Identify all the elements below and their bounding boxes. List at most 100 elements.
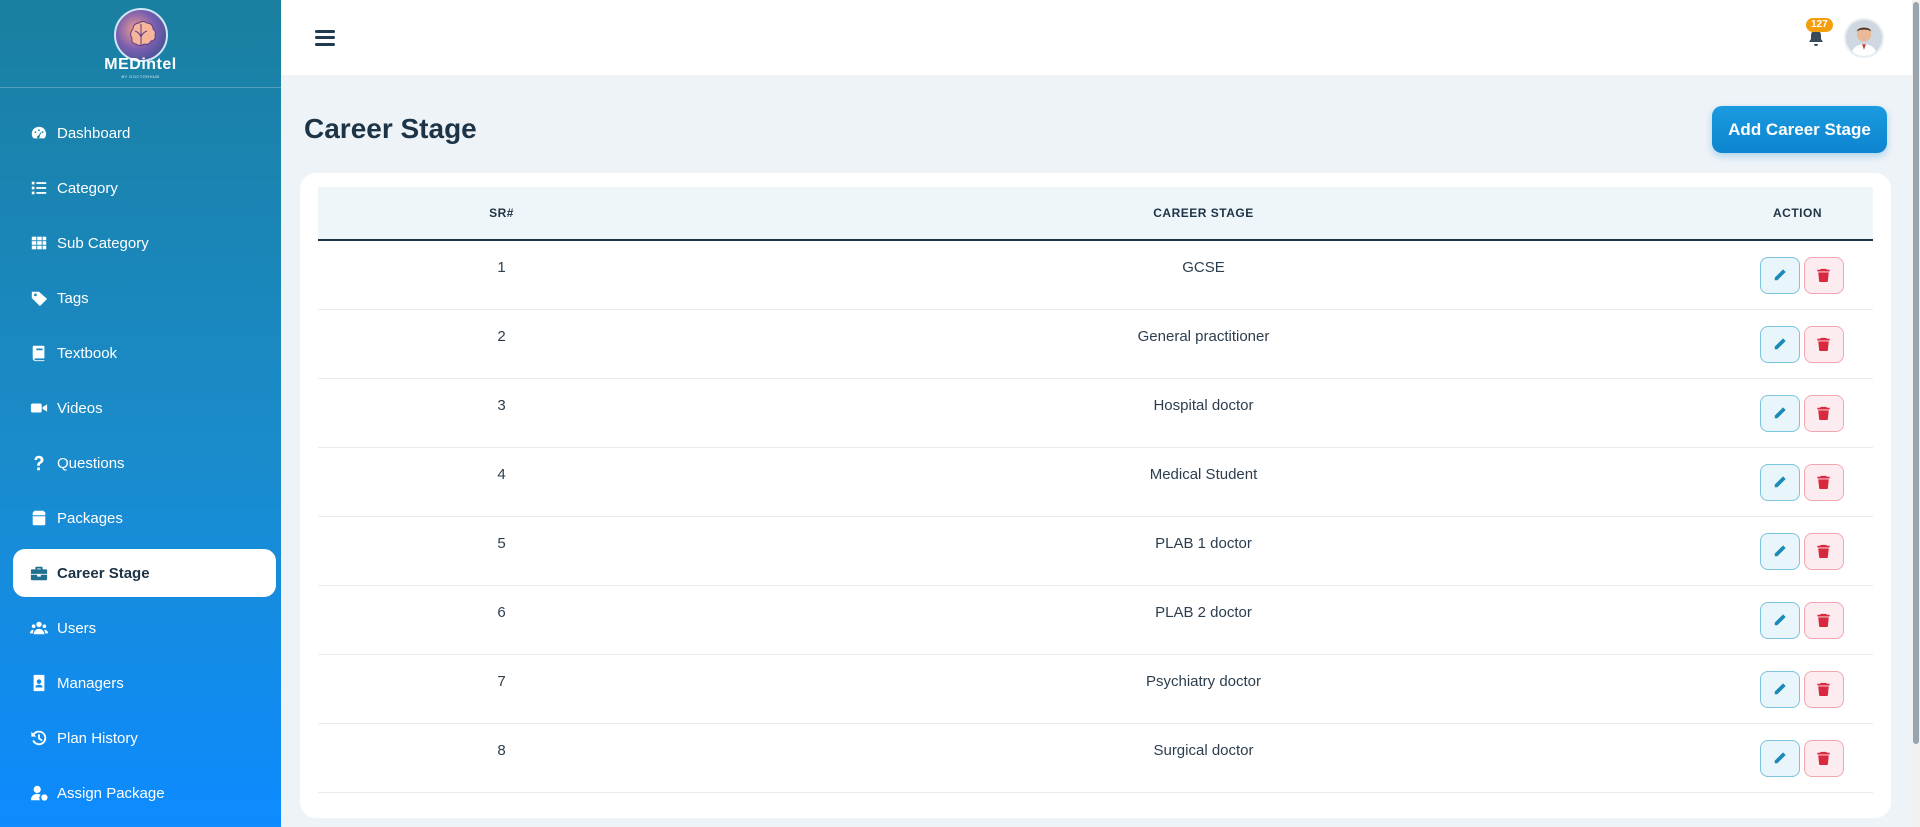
sidebar-item-assign-package[interactable]: Assign Package [13,769,276,817]
brand-name: MEDintel [104,56,177,73]
edit-button[interactable] [1759,325,1800,363]
sidebar-item-label: Tags [57,289,89,307]
tag-icon [30,289,48,307]
edit-button[interactable] [1759,256,1800,294]
cell-sr: 2 [497,328,506,345]
column-header-career-stage: CAREER STAGE [1153,206,1254,220]
sidebar-item-label: Packages [57,509,123,527]
pencil-icon [1773,406,1787,420]
sidebar-item-textbook[interactable]: Textbook [13,329,276,377]
sidebar-item-questions[interactable]: Questions [13,439,276,487]
pencil-icon [1773,682,1787,696]
gauge-icon [30,124,48,142]
career-stage-table: SR# CAREER STAGE ACTION 1 GCSE 2 General pr… [318,187,1873,793]
table-row: 3 Hospital doctor [318,379,1873,448]
list-icon [30,179,48,197]
notification-bell-icon[interactable]: 127 [1804,17,1833,50]
sidebar: MEDintel BY DOCTORHUB Dashboard Category… [0,0,281,827]
user-gear-icon [30,784,48,802]
trash-icon [1817,682,1830,696]
table-row: 8 Surgical doctor [318,724,1873,793]
sidebar-item-label: Sub Category [57,234,149,252]
cell-career-stage: Medical Student [1149,466,1258,483]
cell-sr: 5 [497,535,506,552]
add-career-stage-button[interactable]: Add Career Stage [1712,106,1887,153]
cell-actions [1722,394,1873,432]
delete-button[interactable] [1803,532,1844,570]
table-body: 1 GCSE 2 General practitioner 3 Hospital doct… [318,241,1873,793]
notification-count-badge: 127 [1806,17,1833,32]
table-row: 1 GCSE [318,241,1873,310]
delete-button[interactable] [1803,394,1844,432]
cell-sr: 1 [497,259,506,276]
edit-button[interactable] [1759,739,1800,777]
cell-career-stage: Surgical doctor [1153,742,1254,759]
page-scrollbar[interactable] [1912,0,1920,827]
trash-icon [1817,475,1830,489]
sidebar-item-label: Career Stage [57,564,150,582]
sidebar-item-career-stage[interactable]: Career Stage [13,549,276,597]
book-icon [30,344,48,362]
users-icon [30,619,48,637]
sidebar-item-label: Questions [57,454,125,472]
cell-sr: 3 [497,397,506,414]
delete-button[interactable] [1803,463,1844,501]
page-title: Career Stage [304,113,477,144]
video-icon [30,399,48,417]
pencil-icon [1773,475,1787,489]
sidebar-item-label: Plan History [57,729,138,747]
scrollbar-thumb[interactable] [1913,2,1919,744]
column-header-action: ACTION [1773,206,1822,220]
sidebar-item-users[interactable]: Users [13,604,276,652]
cell-actions [1722,601,1873,639]
sidebar-item-videos[interactable]: Videos [13,384,276,432]
table-row: 7 Psychiatry doctor [318,655,1873,724]
table-row: 2 General practitioner [318,310,1873,379]
table-header: SR# CAREER STAGE ACTION [318,187,1873,241]
edit-button[interactable] [1759,463,1800,501]
sidebar-item-label: Managers [57,674,124,692]
edit-button[interactable] [1759,394,1800,432]
trash-icon [1817,268,1830,282]
sidebar-item-sub-category[interactable]: Sub Category [13,219,276,267]
delete-button[interactable] [1803,325,1844,363]
sidebar-item-packages[interactable]: Packages [13,494,276,542]
top-bar: 127 [281,0,1912,75]
cell-actions [1722,325,1873,363]
edit-button[interactable] [1759,532,1800,570]
table-row: 4 Medical Student [318,448,1873,517]
cell-career-stage: Hospital doctor [1153,397,1254,414]
delete-button[interactable] [1803,739,1844,777]
delete-button[interactable] [1803,601,1844,639]
sidebar-item-category[interactable]: Category [13,164,276,212]
sidebar-item-label: Dashboard [57,124,131,142]
cell-sr: 8 [497,742,506,759]
cell-career-stage: PLAB 2 doctor [1155,604,1252,621]
edit-button[interactable] [1759,670,1800,708]
user-avatar[interactable] [1844,17,1884,58]
sidebar-item-plan-history[interactable]: Plan History [13,714,276,762]
question-icon [30,454,48,472]
cell-actions [1722,670,1873,708]
brand-logo[interactable]: MEDintel BY DOCTORHUB [0,0,281,88]
sidebar-item-label: Videos [57,399,103,417]
cell-actions [1722,463,1873,501]
menu-toggle-icon[interactable] [315,29,335,46]
cell-actions [1722,739,1873,777]
edit-button[interactable] [1759,601,1800,639]
box-icon [30,509,48,527]
delete-button[interactable] [1803,256,1844,294]
sidebar-item-label: Textbook [57,344,118,362]
cell-career-stage: GCSE [1182,259,1225,276]
briefcase-icon [30,564,48,582]
history-icon [30,729,48,747]
sidebar-item-tags[interactable]: Tags [13,274,276,322]
trash-icon [1817,544,1830,558]
cell-sr: 7 [497,673,506,690]
delete-button[interactable] [1803,670,1844,708]
sidebar-item-dashboard[interactable]: Dashboard [13,109,276,157]
sidebar-item-managers[interactable]: Managers [13,659,276,707]
cell-sr: 4 [497,466,506,483]
pencil-icon [1773,268,1787,282]
table-row: 5 PLAB 1 doctor [318,517,1873,586]
